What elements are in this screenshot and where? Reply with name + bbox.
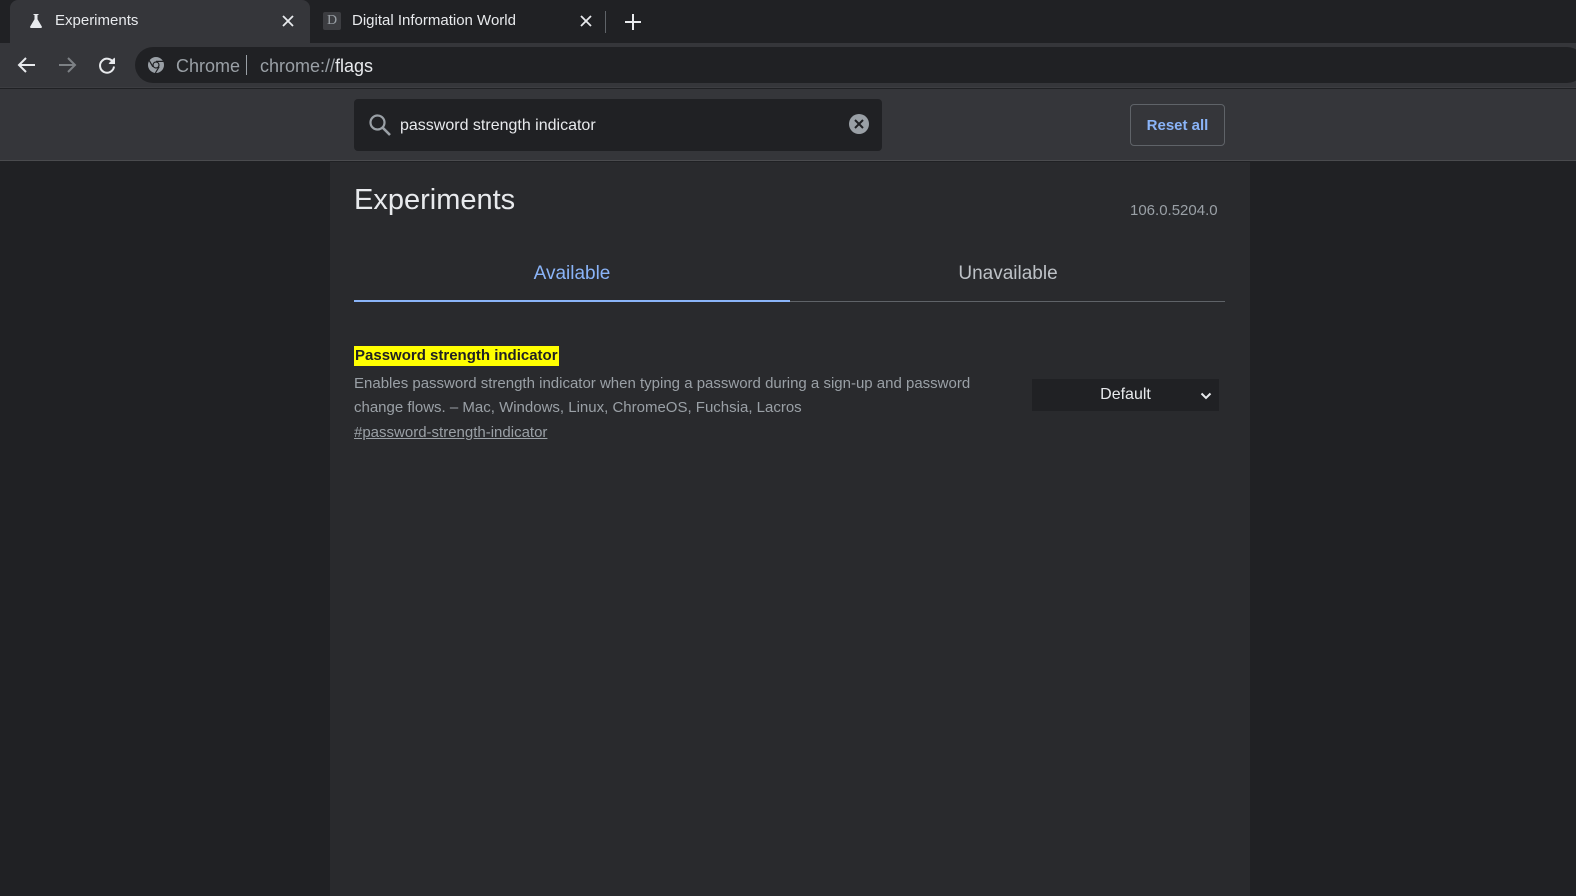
tab-title: Experiments: [55, 12, 139, 29]
close-tab-icon[interactable]: [575, 10, 597, 32]
origin-chip: Chrome: [176, 56, 241, 76]
tab-title: Digital Information World: [352, 12, 516, 29]
chip-separator: [246, 55, 247, 75]
selected-tab-indicator: [354, 300, 790, 302]
tab-separator: [605, 11, 606, 33]
back-button[interactable]: [13, 51, 41, 79]
selected-option: Default: [1100, 386, 1151, 403]
browser-toolbar: Chrome chrome://flags: [0, 43, 1576, 88]
new-tab-button[interactable]: [620, 9, 646, 35]
main-content: Experiments 106.0.5204.0 Available Unava…: [330, 162, 1250, 896]
reload-icon: [99, 57, 115, 74]
experiment-item: Password strength indicator Enables pass…: [354, 346, 1225, 446]
arrow-right-icon: [59, 57, 77, 73]
flags-header: Reset all: [0, 89, 1576, 161]
experiment-description: Enables password strength indicator when…: [354, 375, 971, 416]
tab-strip: Experiments D Digital Information World: [0, 0, 1576, 43]
clear-search-icon[interactable]: [848, 113, 870, 135]
plus-icon: [625, 14, 641, 30]
content-tabs: Available Unavailable: [354, 246, 1225, 302]
experiment-link[interactable]: #password-strength-indicator: [354, 424, 547, 441]
chrome-icon: [147, 56, 165, 74]
arrow-left-icon: [17, 57, 35, 73]
tab-digital-information-world[interactable]: D Digital Information World: [310, 0, 606, 43]
close-tab-icon[interactable]: [277, 10, 299, 32]
tab-available[interactable]: Available: [354, 246, 790, 302]
experiment-name: Password strength indicator: [354, 346, 559, 366]
url-host: flags: [335, 56, 374, 76]
version-label: 106.0.5204.0: [1130, 202, 1218, 219]
search-box: [354, 99, 882, 151]
experiment-state-select[interactable]: Default: [1032, 379, 1219, 411]
reset-all-button[interactable]: Reset all: [1130, 104, 1225, 146]
tab-experiments[interactable]: Experiments: [10, 0, 310, 43]
search-input[interactable]: [400, 115, 840, 137]
d-favicon-icon: D: [323, 12, 341, 30]
url-scheme: chrome://: [260, 56, 336, 76]
forward-button[interactable]: [53, 51, 81, 79]
search-icon: [367, 112, 393, 138]
page-title: Experiments: [354, 184, 516, 216]
tab-unavailable[interactable]: Unavailable: [790, 246, 1226, 302]
address-bar[interactable]: Chrome chrome://flags: [135, 47, 1576, 83]
reload-button[interactable]: [93, 51, 121, 79]
chevron-down-icon: [1200, 389, 1212, 401]
url-text: chrome://flags: [260, 56, 373, 77]
flask-icon: [28, 13, 44, 29]
